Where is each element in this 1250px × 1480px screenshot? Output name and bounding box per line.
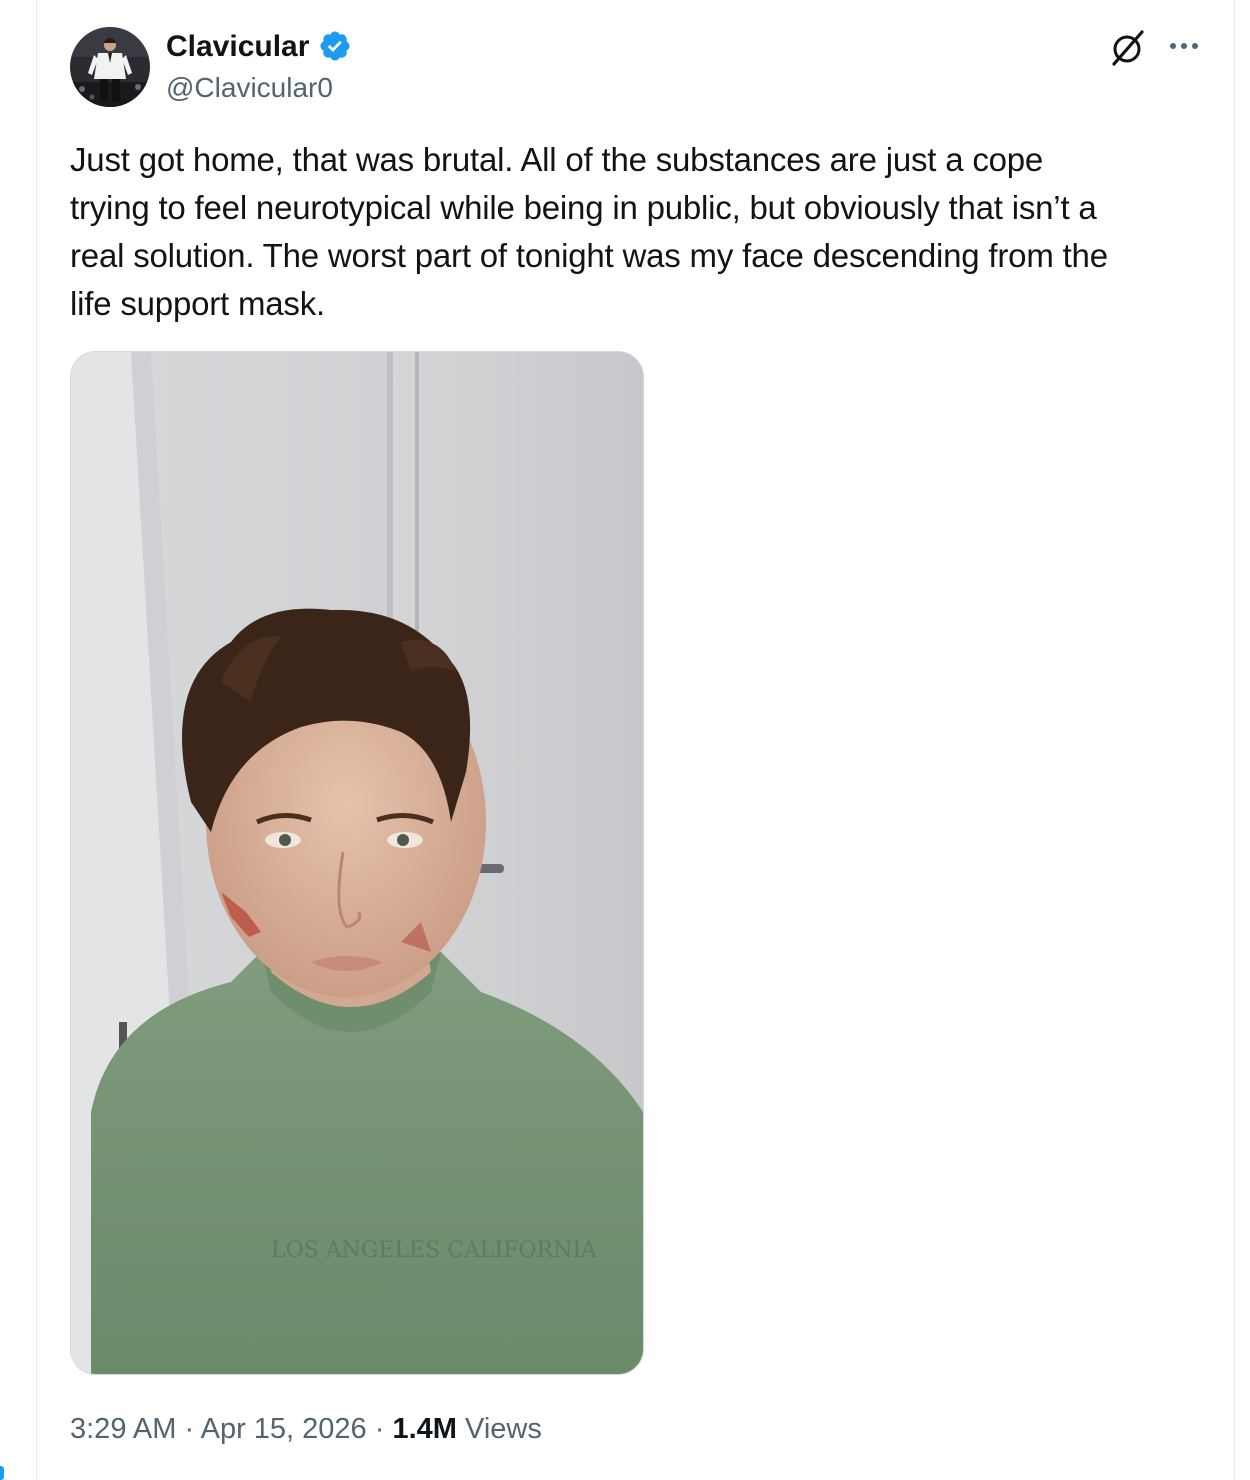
tweet-page: Clavicular @Clavicular0 Just got home, t… <box>0 0 1250 1480</box>
grok-icon[interactable] <box>1108 28 1148 68</box>
tweet-meta: 3:29 AM · Apr 15, 2026 · 1.4M Views <box>70 1408 542 1450</box>
meta-separator: · <box>184 1413 195 1445</box>
meta-separator: · <box>374 1413 385 1445</box>
avatar[interactable] <box>70 27 150 107</box>
views-label: Views <box>465 1413 542 1445</box>
edge-indicator <box>0 1466 4 1480</box>
author-handle[interactable]: @Clavicular0 <box>166 71 333 105</box>
tweet-photo[interactable]: LOS ANGELES CALIFORNIA <box>70 351 644 1375</box>
timeline-divider-right <box>1234 0 1235 1480</box>
verified-badge-icon[interactable] <box>318 29 352 63</box>
tweet-date[interactable]: Apr 15, 2026 <box>201 1413 367 1445</box>
views-count: 1.4M <box>392 1413 457 1445</box>
avatar-photo-icon <box>70 27 150 107</box>
more-options-icon[interactable] <box>1167 36 1201 56</box>
timeline-divider-left <box>36 0 37 1480</box>
selfie-photo-icon: LOS ANGELES CALIFORNIA <box>71 352 643 1374</box>
tweet-text: Just got home, that was brutal. All of t… <box>70 141 1108 322</box>
tweet-time[interactable]: 3:29 AM <box>70 1413 176 1445</box>
author-display-name[interactable]: Clavicular <box>166 28 309 66</box>
shirt-print: LOS ANGELES CALIFORNIA <box>271 1238 598 1263</box>
